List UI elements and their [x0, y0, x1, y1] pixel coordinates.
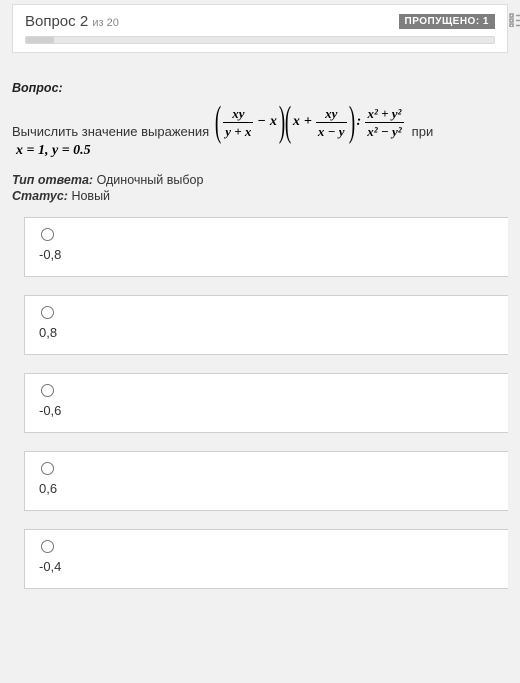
progress-fill: [26, 37, 54, 43]
option-label: -0,6: [39, 403, 494, 418]
question-header-panel: Вопрос 2 из 20 ПРОПУЩЕНО: 1: [12, 4, 508, 53]
option-label: -0,4: [39, 559, 494, 574]
option-label: 0,6: [39, 481, 494, 496]
question-prompt: Вычислить значение выражения ( xy y + x …: [12, 101, 508, 163]
option-item[interactable]: 0,6: [24, 451, 508, 511]
answer-type-label: Тип ответа:: [12, 173, 93, 187]
option-radio[interactable]: [41, 306, 54, 319]
option-radio[interactable]: [41, 540, 54, 553]
question-word: Вопрос: [25, 13, 76, 30]
option-item[interactable]: 0,8: [24, 295, 508, 355]
question-number: 2: [80, 13, 88, 30]
formula: ( xy y + x − x )( x + xy x − y ) : x² + …: [215, 101, 405, 143]
of-word: из: [92, 17, 103, 29]
options-list: -0,8 0,8 -0,6 0,6 -0,4: [12, 217, 508, 589]
given-values: x = 1, y = 0.5: [16, 143, 91, 163]
option-item[interactable]: -0,8: [24, 217, 508, 277]
option-radio[interactable]: [41, 228, 54, 241]
status-label: Статус:: [12, 189, 68, 203]
option-radio[interactable]: [41, 462, 54, 475]
status-value: Новый: [71, 189, 110, 203]
at-word: при: [412, 124, 434, 143]
answer-type: Тип ответа: Одиночный выбор: [12, 173, 508, 187]
list-icon[interactable]: [509, 13, 520, 27]
status: Статус: Новый: [12, 189, 508, 203]
option-label: 0,8: [39, 325, 494, 340]
prompt-lead: Вычислить значение выражения: [12, 124, 209, 143]
question-heading: Вопрос:: [12, 81, 508, 95]
option-label: -0,8: [39, 247, 494, 262]
option-item[interactable]: -0,6: [24, 373, 508, 433]
question-counter: Вопрос 2 из 20: [25, 13, 119, 30]
option-item[interactable]: -0,4: [24, 529, 508, 589]
progress-bar: [25, 36, 495, 44]
answer-type-value: Одиночный выбор: [97, 173, 204, 187]
total-questions: 20: [107, 17, 119, 29]
option-radio[interactable]: [41, 384, 54, 397]
skipped-badge: ПРОПУЩЕНО: 1: [399, 14, 495, 29]
